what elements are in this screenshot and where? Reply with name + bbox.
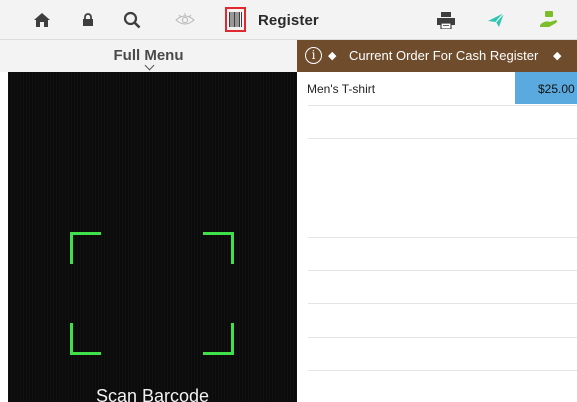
divider <box>308 270 577 271</box>
barcode-icon[interactable] <box>225 7 246 32</box>
info-icon[interactable]: i <box>305 47 322 64</box>
cash-icon[interactable] <box>537 8 561 32</box>
diamond-icon: ◆ <box>553 50 562 62</box>
scan-frame-corner-top-right <box>203 232 234 264</box>
lock-icon[interactable] <box>76 8 100 32</box>
scan-barcode-label: Scan Barcode <box>95 386 210 402</box>
order-item-name[interactable]: Men's T-shirt <box>307 82 375 96</box>
diamond-icon: ◆ <box>328 50 337 62</box>
divider <box>308 337 577 338</box>
divider <box>308 303 577 304</box>
divider <box>308 105 577 106</box>
divider <box>308 237 577 238</box>
order-title[interactable]: Current Order For Cash Register <box>349 48 538 63</box>
scan-frame-corner-top-left <box>70 232 101 264</box>
search-icon[interactable] <box>120 8 144 32</box>
camera-preview <box>8 72 297 402</box>
home-icon[interactable] <box>30 8 54 32</box>
menu-header[interactable]: Full Menu <box>0 40 297 72</box>
order-item-price[interactable]: $25.00 <box>515 72 577 104</box>
scan-frame-corner-bottom-left <box>70 323 101 355</box>
printer-icon[interactable] <box>434 8 458 32</box>
scan-frame-corner-bottom-right <box>203 323 234 355</box>
divider <box>308 138 577 139</box>
send-icon[interactable] <box>484 8 508 32</box>
divider <box>308 370 577 371</box>
eye-icon[interactable] <box>173 8 197 32</box>
register-title: Register <box>258 12 319 29</box>
